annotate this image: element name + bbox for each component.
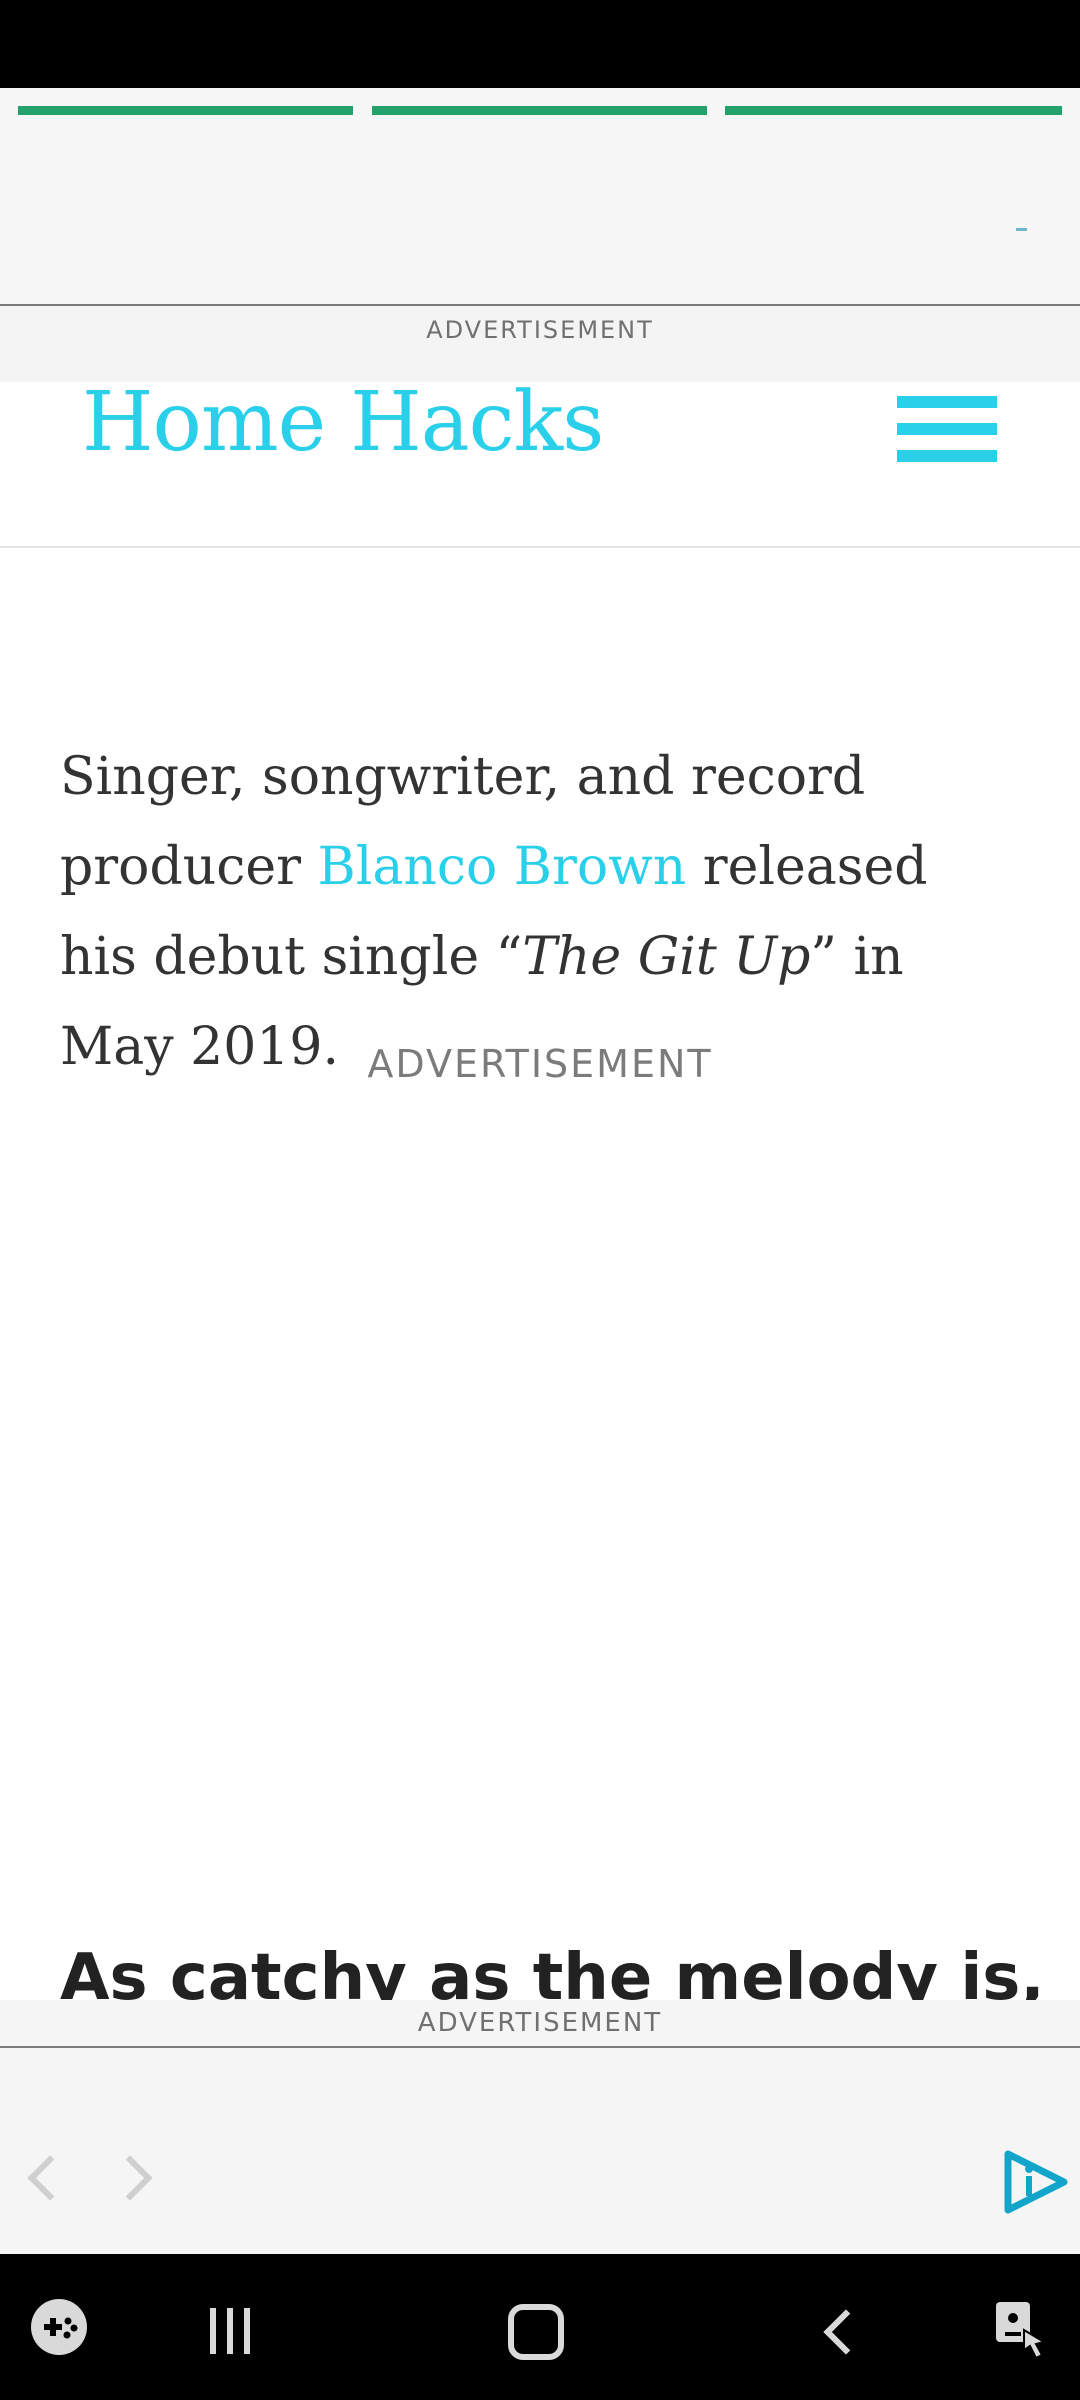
ad-dash: [1016, 228, 1027, 231]
ad-choices-play-icon[interactable]: [1000, 2146, 1070, 2216]
top-ad-banner[interactable]: [0, 88, 1080, 306]
advertisement-label: ADVERTISEMENT: [426, 316, 654, 344]
ad-progress-segment: [18, 106, 353, 115]
advertisement-label: ADVERTISEMENT: [367, 1042, 713, 1086]
ad-progress-segment: [372, 106, 707, 115]
accessibility-icon[interactable]: [994, 2300, 1050, 2362]
back-icon[interactable]: [823, 2309, 869, 2355]
bottom-ad-banner[interactable]: [0, 2000, 1080, 2254]
ad-divider: [0, 2046, 1080, 2048]
site-logo[interactable]: Home Hacks: [82, 382, 604, 464]
status-bar: [0, 0, 1080, 88]
site-header: Home Hacks: [0, 382, 1080, 548]
system-nav-bar: [0, 2254, 1080, 2400]
ad-label-strip: ADVERTISEMENT: [0, 306, 1080, 382]
recent-apps-icon[interactable]: [206, 2308, 254, 2354]
blanco-brown-link[interactable]: Blanco Brown: [318, 837, 687, 897]
game-launcher-icon[interactable]: [30, 2298, 88, 2356]
hamburger-menu-icon[interactable]: [897, 396, 997, 462]
ad-progress-segment: [725, 106, 1062, 115]
section-heading-text: As catchy as the melody is, it’s: [60, 1941, 1045, 2000]
advertisement-label: ADVERTISEMENT: [417, 2008, 663, 2038]
section-heading: As catchy as the melody is, it’s: [60, 1938, 1060, 2000]
article-paragraph: Singer, songwriter, and record producer …: [60, 732, 1020, 1092]
home-icon[interactable]: [508, 2304, 564, 2360]
song-title: The Git Up: [522, 927, 811, 987]
